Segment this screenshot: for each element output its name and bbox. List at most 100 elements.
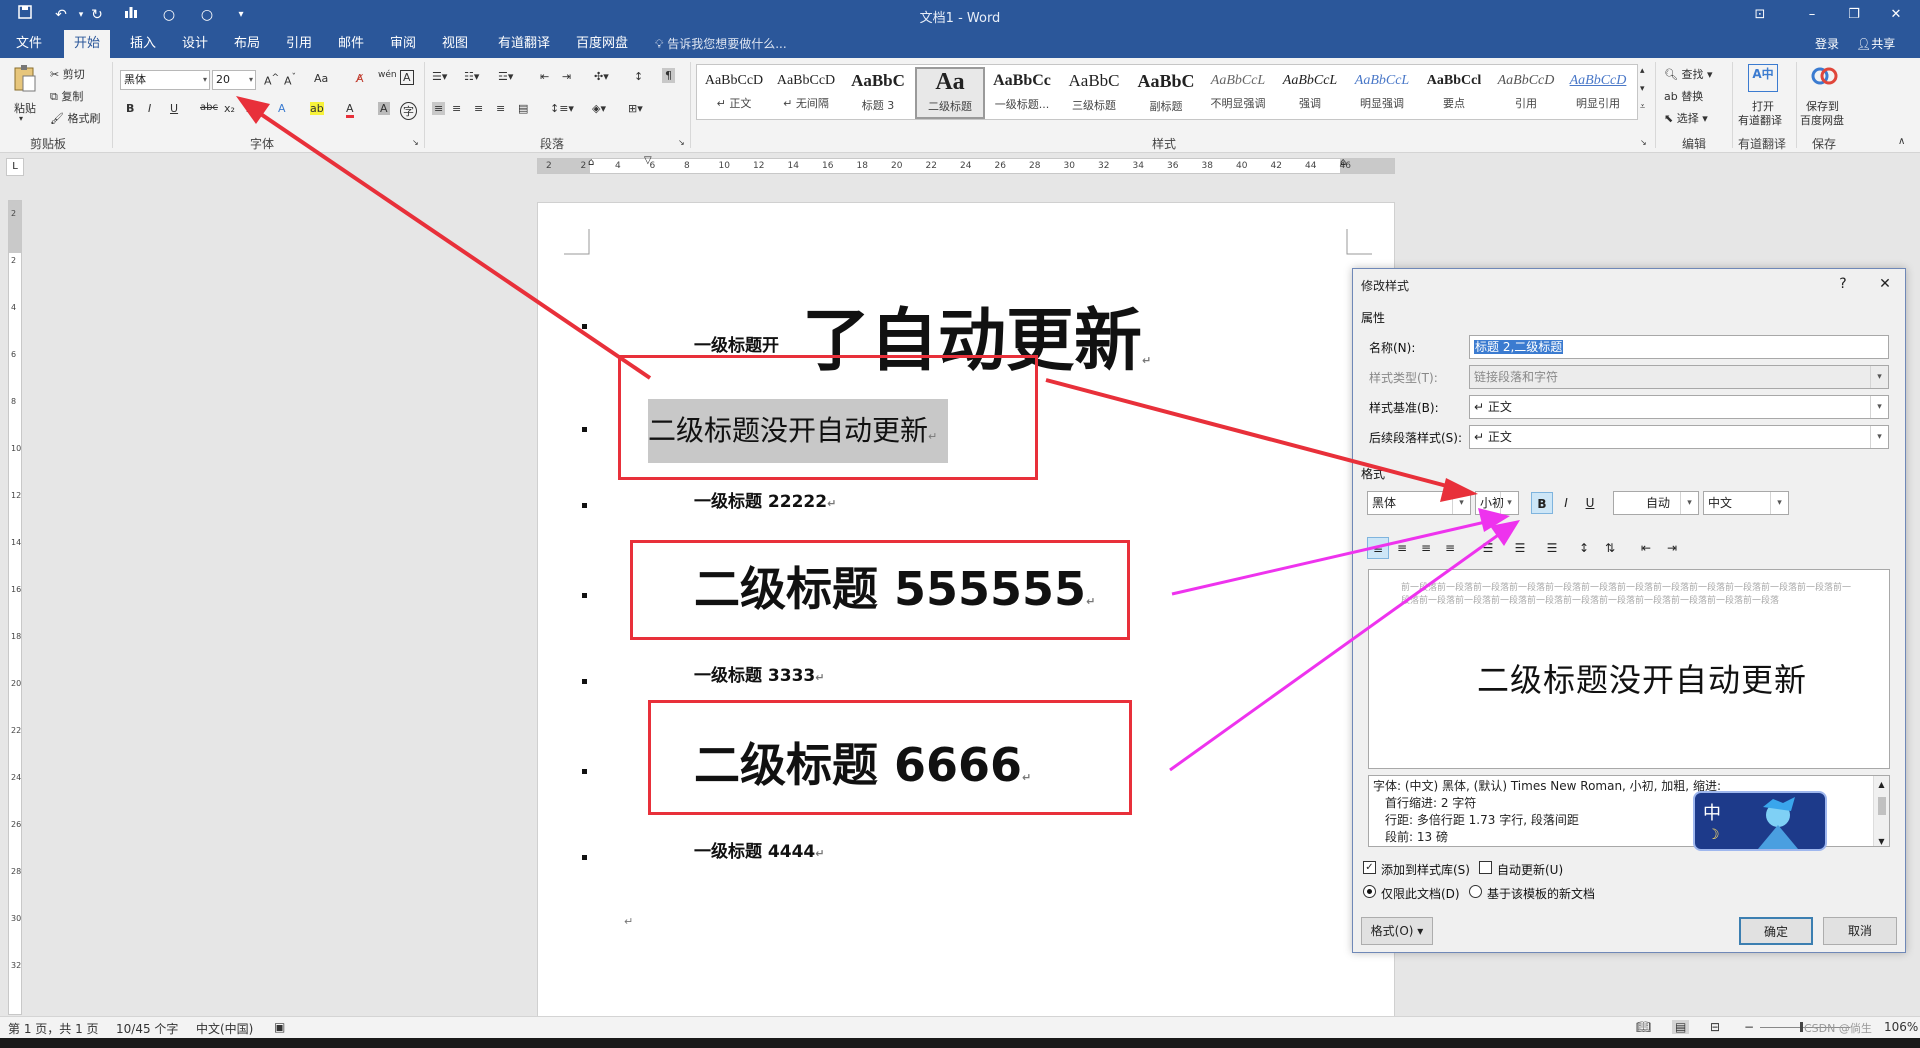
style-no-spacing[interactable]: AaBbCcD ↵ 无间隔 [771,67,841,119]
close-icon[interactable]: ✕ [1884,4,1908,26]
tab-review[interactable]: 审阅 [380,30,426,58]
heading-1-text[interactable]: 一级标题开 [694,331,779,356]
tab-layout[interactable]: 布局 [224,30,270,58]
style-heading-3[interactable]: AaBbC 标题 3 [843,67,913,119]
paste-button[interactable] [10,64,40,104]
justify-icon[interactable]: ≡ [1439,537,1461,559]
style-intense-emphasis[interactable]: AaBbCcL 明显强调 [1347,67,1417,119]
tab-insert[interactable]: 插入 [120,30,166,58]
auto-update-checkbox[interactable] [1479,861,1492,874]
cut-button[interactable]: ✂ 剪切 [50,66,85,82]
underline-button[interactable]: U [170,102,178,115]
bold-button[interactable]: B [126,102,134,115]
font-dialog-launcher-icon[interactable]: ↘ [412,138,419,147]
format-menu-button[interactable]: 格式(O) ▾ [1361,917,1433,945]
add-to-gallery-checkbox[interactable]: ✓ [1363,861,1376,874]
font-select[interactable]: 黑体 ▾ [1367,491,1471,515]
gallery-up-icon[interactable]: ▴ [1640,66,1645,76]
vertical-ruler[interactable]: 2 2 4 6 8 10 12 14 16 18 20 22 24 26 28 30 32 [8,200,22,1015]
heading-1-text[interactable]: 一级标题 3333↵ [694,661,824,686]
clear-format-icon[interactable]: A̸ [356,72,364,85]
format-painter-button[interactable]: 🖌︎ 格式刷 [50,110,100,126]
align-left-icon[interactable]: ≡ [1367,537,1389,559]
char-border-icon[interactable]: A [400,70,414,85]
chinese-layout-icon[interactable]: ✣▾ [594,70,609,83]
font-size-combo[interactable]: 20 ▾ [212,70,256,90]
align-left-icon[interactable]: ≡ [432,102,446,115]
tell-me-box[interactable]: 💡︎ 告诉我您想要做什么... [655,30,787,58]
double-spacing-icon[interactable]: ☰ [1541,537,1563,559]
heading-1-text[interactable]: 一级标题 4444↵ [694,837,824,862]
page-count[interactable]: 第 1 页，共 1 页 [8,1020,99,1037]
enclose-char-icon[interactable]: 字 [400,102,417,120]
multilevel-list-icon[interactable]: ☲▾ [498,70,513,83]
style-subtitle[interactable]: AaBbC 副标题 [1131,67,1201,119]
tab-home[interactable]: 开始 [64,30,111,58]
youdao-translate-icon[interactable]: A中 [1748,64,1778,92]
new-docs-radio[interactable] [1469,885,1482,898]
youdao-translate-label[interactable]: 有道翻译 [1738,112,1782,128]
read-mode-icon[interactable]: 📖︎ [1636,1020,1651,1034]
scroll-down-icon[interactable]: ▼ [1874,833,1889,850]
bullets-icon[interactable]: ☰▾ [432,70,447,83]
align-center-icon[interactable]: ≡ [452,102,461,115]
highlight-icon[interactable]: ab [310,102,324,115]
tab-view[interactable]: 视图 [432,30,478,58]
replace-button[interactable]: ab 替换 [1664,88,1703,104]
italic-toggle[interactable]: I [1555,492,1577,514]
select-button[interactable]: ⬉ 选择 ▾ [1664,110,1708,126]
tab-baidu[interactable]: 百度网盘 [566,30,638,58]
horizontal-ruler[interactable]: 2 2 4 6 8 10 12 14 16 18 20 22 24 26 28 30 32 34 36 38 40 42 4… [537,155,1395,174]
superscript-button[interactable]: x² [246,102,257,115]
print-layout-icon[interactable]: ▤ [1672,1020,1690,1034]
shrink-font-icon[interactable]: Aˇ [284,72,296,88]
increase-indent-icon[interactable]: ⇥ [562,70,571,83]
login-link[interactable]: 登录 [1815,30,1839,58]
show-marks-icon[interactable]: ¶ [662,68,675,83]
tab-youdao[interactable]: 有道翻译 [488,30,560,58]
phonetic-guide-icon[interactable]: wén [378,70,397,80]
baidu-cloud-icon[interactable] [1810,64,1840,92]
one-half-spacing-icon[interactable]: ☰ [1509,537,1531,559]
grow-font-icon[interactable]: A^ [264,72,279,88]
change-case-button[interactable]: Aa [314,72,328,85]
tab-file[interactable]: 文件 [6,30,52,58]
zoom-slider-thumb[interactable] [1800,1022,1803,1032]
right-indent-icon[interactable]: ⌂ [1340,157,1346,168]
justify-icon[interactable]: ≡ [496,102,505,115]
ok-button[interactable]: 确定 [1739,917,1813,945]
style-name-field[interactable]: 标题 2,二级标题 [1469,335,1889,359]
ribbon-display-icon[interactable]: ⊡ [1748,4,1772,26]
zoom-out-icon[interactable]: − [1744,1020,1754,1034]
based-on-select[interactable]: ↵ 正文 ▾ [1469,395,1889,419]
char-shading-icon[interactable]: A [378,102,390,115]
language-indicator[interactable]: 中文(中国) [196,1020,253,1037]
indent-marker-icon[interactable]: ⌂ [588,157,594,168]
borders-icon[interactable]: ⊞▾ [628,102,643,115]
minimize-icon[interactable]: – [1800,4,1824,26]
decrease-spacing-icon[interactable]: ⇅ [1599,537,1621,559]
gallery-down-icon[interactable]: ▾ [1640,84,1645,94]
size-select[interactable]: 小初 ▾ [1475,491,1519,515]
paragraph-dialog-launcher-icon[interactable]: ↘ [678,138,685,147]
font-name-combo[interactable]: 黑体 ▾ [120,70,210,90]
increase-spacing-icon[interactable]: ↕ [1573,537,1595,559]
increase-indent-icon[interactable]: ⇥ [1661,537,1683,559]
only-this-doc-radio[interactable] [1363,885,1376,898]
font-color-icon[interactable]: A [346,102,354,118]
style-emphasis[interactable]: AaBbCcL 强调 [1275,67,1345,119]
numbering-icon[interactable]: ☷▾ [464,70,479,83]
align-right-icon[interactable]: ≡ [474,102,483,115]
script-select[interactable]: 中文 ▾ [1703,491,1789,515]
scroll-up-icon[interactable]: ▲ [1874,776,1889,793]
find-button[interactable]: 🔍︎ 查找 ▾ [1664,66,1713,82]
description-scrollbar[interactable]: ▲ ▼ [1873,776,1889,846]
scroll-thumb[interactable] [1877,797,1886,815]
tab-references[interactable]: 引用 [276,30,322,58]
decrease-indent-icon[interactable]: ⇤ [540,70,549,83]
line-spacing-icon[interactable]: ↕≡▾ [550,102,574,115]
styles-dialog-launcher-icon[interactable]: ↘ [1640,138,1647,147]
style-quote[interactable]: AaBbCcD 引用 [1491,67,1561,119]
style-heading-3b[interactable]: AaBbC 三级标题 [1059,67,1129,119]
tab-mailings[interactable]: 邮件 [328,30,374,58]
